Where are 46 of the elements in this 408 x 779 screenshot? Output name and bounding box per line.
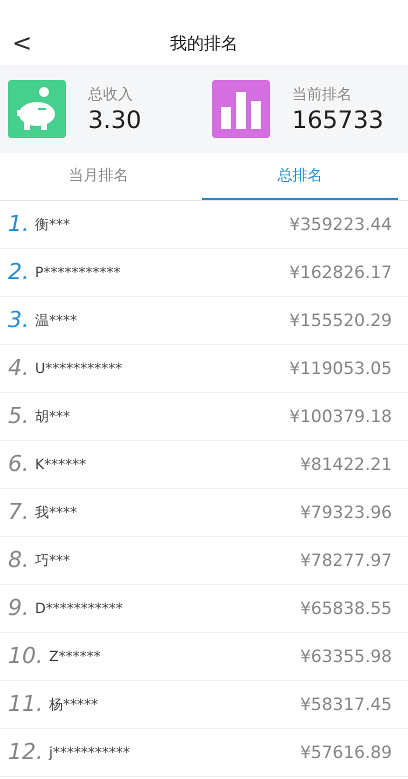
piggy-bank-icon: [8, 80, 66, 138]
user-name: 温****: [35, 312, 78, 330]
amount: ¥155520.29: [289, 310, 392, 330]
amount: ¥81422.21: [300, 454, 392, 474]
rank-number: 2.: [8, 260, 29, 285]
back-button[interactable]: <: [8, 31, 36, 55]
amount: ¥79323.96: [300, 502, 392, 522]
user-name: Z******: [49, 648, 102, 664]
rank-number: 11.: [8, 692, 43, 717]
bar-chart-icon: [212, 80, 270, 138]
user-name: 胡***: [35, 408, 71, 426]
stat-label: 总收入: [88, 84, 134, 104]
tab[interactable]: 当月排名: [0, 153, 196, 200]
user-name: 杨*****: [49, 696, 99, 714]
amount: ¥57616.89: [300, 742, 392, 762]
tab[interactable]: 总排名: [202, 153, 398, 200]
user-name: 巧***: [35, 552, 71, 570]
amount: ¥58317.45: [300, 694, 392, 714]
page-title: 我的排名: [170, 33, 238, 55]
rank-number: 6.: [8, 452, 29, 477]
rank-number: 9.: [8, 596, 29, 621]
rank-number: 4.: [8, 356, 29, 381]
rank-number: 3.: [8, 308, 29, 333]
amount: ¥78277.97: [300, 550, 392, 570]
user-name: j***********: [49, 744, 131, 760]
amount: ¥119053.05: [289, 358, 392, 378]
amount: ¥162826.17: [289, 262, 392, 282]
user-name: 衡***: [35, 216, 71, 234]
stat-value: 3.30: [88, 106, 142, 134]
stat-label: 当前排名: [292, 84, 353, 104]
amount: ¥65838.55: [300, 598, 392, 618]
user-name: D***********: [35, 600, 124, 616]
rank-number: 1.: [8, 212, 29, 237]
amount: ¥359223.44: [289, 214, 392, 234]
rank-number: 5.: [8, 404, 29, 429]
amount: ¥100379.18: [289, 406, 392, 426]
user-name: P***********: [35, 264, 122, 280]
rank-number: 7.: [8, 500, 29, 525]
amount: ¥63355.98: [300, 646, 392, 666]
user-name: 我****: [35, 504, 78, 522]
stat-value: 165733: [292, 106, 384, 134]
user-name: K******: [35, 456, 88, 472]
user-name: U***********: [35, 360, 124, 376]
rank-number: 12.: [8, 740, 43, 765]
rank-number: 10.: [8, 644, 43, 669]
rank-number: 8.: [8, 548, 29, 573]
